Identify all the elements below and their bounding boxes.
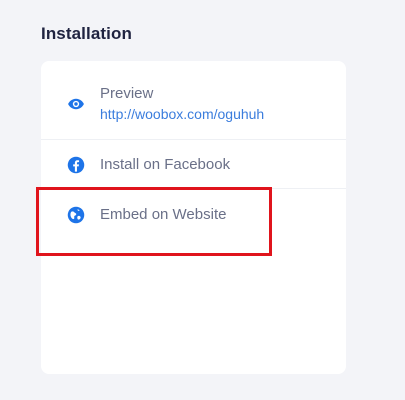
embed-website-option[interactable]: Embed on Website bbox=[41, 188, 346, 239]
preview-label: Preview bbox=[100, 85, 154, 102]
install-facebook-label: Install on Facebook bbox=[100, 156, 231, 173]
preview-option[interactable]: Preview http://woobox.com/oguhuh bbox=[41, 61, 346, 139]
section-title: Installation bbox=[41, 24, 132, 43]
eye-icon bbox=[68, 98, 84, 110]
preview-link[interactable]: http://woobox.com/oguhuh bbox=[100, 106, 264, 122]
installation-card: Preview http://woobox.com/oguhuh Install… bbox=[41, 61, 346, 374]
install-facebook-option[interactable]: Install on Facebook bbox=[41, 139, 346, 189]
globe-icon bbox=[67, 206, 85, 224]
facebook-icon bbox=[67, 156, 85, 174]
embed-website-label: Embed on Website bbox=[100, 206, 227, 223]
